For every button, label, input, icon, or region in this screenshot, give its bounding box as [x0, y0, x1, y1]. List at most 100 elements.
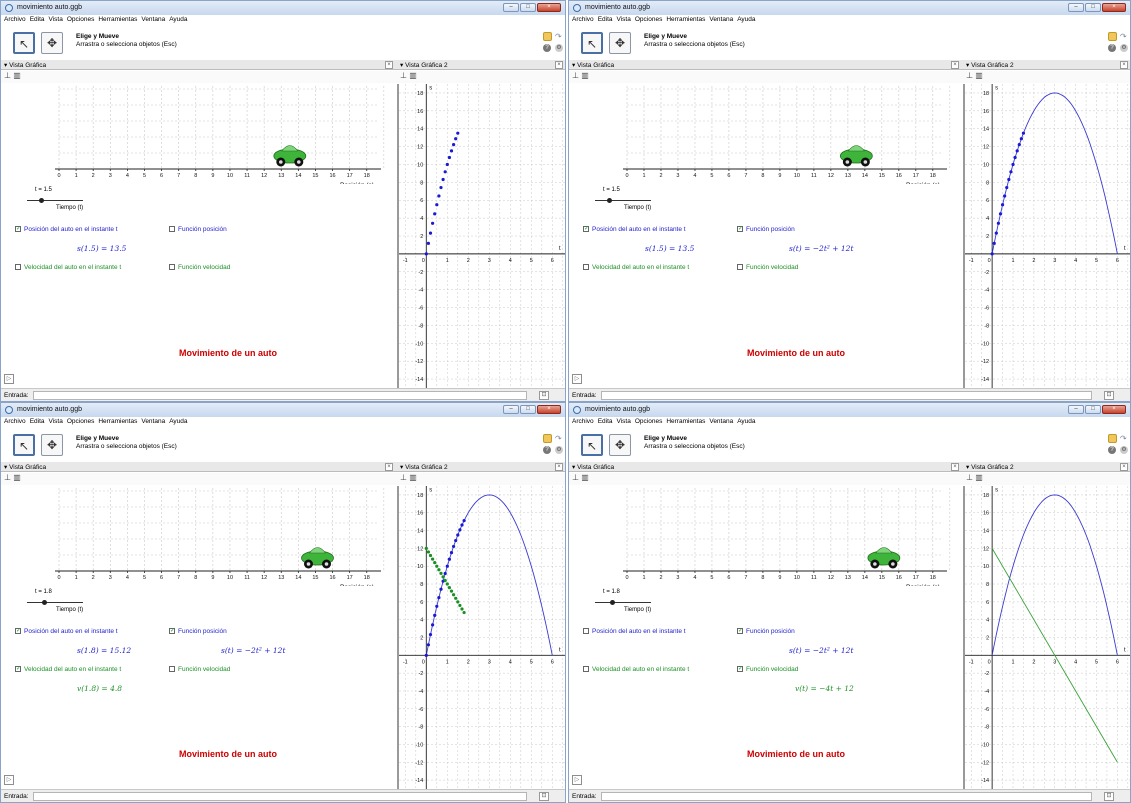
menu-item-archivo[interactable]: Archivo	[572, 418, 594, 428]
minimize-button[interactable]: –	[1068, 3, 1084, 12]
close-button[interactable]: ×	[537, 3, 561, 12]
move-graphics-tool-button[interactable]: ✥	[609, 434, 631, 456]
undo-icon[interactable]	[543, 32, 552, 41]
close-view-icon[interactable]: ×	[951, 463, 959, 471]
checkbox-vel-func-box[interactable]	[737, 264, 743, 271]
input-field[interactable]	[601, 391, 1092, 400]
menu-item-ventana[interactable]: Ventana	[141, 16, 165, 26]
menu-item-ventana[interactable]: Ventana	[709, 418, 733, 428]
menu-item-ventana[interactable]: Ventana	[709, 16, 733, 26]
checkbox-pos-func-box[interactable]: ✓	[737, 226, 743, 233]
close-view2-icon[interactable]: ×	[1120, 463, 1128, 471]
checkbox-velocity[interactable]: Velocidad del auto en el instante t	[583, 264, 689, 272]
time-slider-handle[interactable]	[609, 600, 615, 605]
time-slider-track[interactable]	[27, 200, 83, 201]
move-tool-button[interactable]: ↖	[581, 32, 603, 54]
minimize-button[interactable]: –	[503, 405, 519, 414]
menu-item-ayuda[interactable]: Ayuda	[169, 16, 187, 26]
menu-item-vista[interactable]: Vista	[49, 16, 63, 26]
move-tool-button[interactable]: ↖	[13, 32, 35, 54]
menu-item-vista[interactable]: Vista	[49, 418, 63, 428]
settings-icon[interactable]: ⚙	[555, 44, 563, 52]
checkbox-vel-func[interactable]: Función velocidad	[737, 264, 798, 272]
close-view2-icon[interactable]: ×	[555, 463, 563, 471]
menu-item-vista[interactable]: Vista	[617, 418, 631, 428]
settings-icon[interactable]: ⚙	[555, 446, 563, 454]
checkbox-vel-func[interactable]: ✓ Función velocidad	[737, 666, 798, 674]
close-view-icon[interactable]: ×	[385, 463, 393, 471]
checkbox-velocity-box[interactable]	[583, 666, 589, 673]
maximize-button[interactable]: □	[520, 405, 536, 414]
menu-item-herramientas[interactable]: Herramientas	[666, 418, 705, 428]
checkbox-position-box[interactable]: ✓	[15, 628, 21, 635]
menu-item-vista[interactable]: Vista	[617, 16, 631, 26]
checkbox-vel-func[interactable]: Función velocidad	[169, 666, 230, 674]
redo-icon[interactable]: ↷	[555, 434, 562, 443]
input-field[interactable]	[33, 391, 527, 400]
redo-icon[interactable]: ↷	[1120, 434, 1127, 443]
move-tool-button[interactable]: ↖	[13, 434, 35, 456]
time-slider-track[interactable]	[27, 602, 83, 603]
checkbox-pos-func[interactable]: ✓ Función posición	[737, 226, 795, 234]
checkbox-vel-func-box[interactable]: ✓	[737, 666, 743, 673]
move-graphics-tool-button[interactable]: ✥	[609, 32, 631, 54]
help-icon[interactable]: ?	[1108, 446, 1116, 454]
maximize-button[interactable]: □	[520, 3, 536, 12]
checkbox-pos-func[interactable]: ✓ Función posición	[737, 628, 795, 636]
time-slider-track[interactable]	[595, 200, 651, 201]
close-view-icon[interactable]: ×	[951, 61, 959, 69]
checkbox-position[interactable]: ✓ Posición del auto en el instante t	[15, 628, 118, 636]
checkbox-position[interactable]: ✓ Posición del auto en el instante t	[583, 226, 686, 234]
animation-play-button[interactable]: ▷	[4, 374, 14, 384]
time-slider-handle[interactable]	[607, 198, 612, 203]
checkbox-vel-func-box[interactable]	[169, 264, 175, 271]
help-icon[interactable]: ?	[543, 44, 551, 52]
checkbox-position-box[interactable]	[583, 628, 589, 635]
maximize-button[interactable]: □	[1085, 3, 1101, 12]
time-slider-handle[interactable]	[41, 600, 47, 605]
close-view2-icon[interactable]: ×	[1120, 61, 1128, 69]
checkbox-velocity[interactable]: Velocidad del auto en el instante t	[583, 666, 689, 674]
menu-item-edita[interactable]: Edita	[30, 418, 45, 428]
close-button[interactable]: ×	[537, 405, 561, 414]
redo-icon[interactable]: ↷	[1120, 32, 1127, 41]
menu-item-herramientas[interactable]: Herramientas	[666, 16, 705, 26]
animation-play-button[interactable]: ▷	[572, 775, 582, 785]
undo-icon[interactable]	[543, 434, 552, 443]
settings-icon[interactable]: ⚙	[1120, 446, 1128, 454]
checkbox-position-box[interactable]: ✓	[583, 226, 589, 233]
menu-item-ayuda[interactable]: Ayuda	[737, 418, 755, 428]
close-view2-icon[interactable]: ×	[555, 61, 563, 69]
input-field[interactable]	[601, 792, 1092, 801]
checkbox-vel-func-box[interactable]	[169, 666, 175, 673]
move-graphics-tool-button[interactable]: ✥	[41, 434, 63, 456]
redo-icon[interactable]: ↷	[555, 32, 562, 41]
menu-item-edita[interactable]: Edita	[598, 418, 613, 428]
undo-icon[interactable]	[1108, 32, 1117, 41]
help-icon[interactable]: ?	[1108, 44, 1116, 52]
checkbox-pos-func-box[interactable]: ✓	[169, 628, 175, 635]
checkbox-velocity-box[interactable]	[583, 264, 589, 271]
checkbox-velocity-box[interactable]: ✓	[15, 666, 21, 673]
move-graphics-tool-button[interactable]: ✥	[41, 32, 63, 54]
menu-item-herramientas[interactable]: Herramientas	[98, 16, 137, 26]
menu-item-opciones[interactable]: Opciones	[635, 418, 662, 428]
input-help-button[interactable]: ⊡	[1104, 792, 1114, 801]
checkbox-velocity[interactable]: ✓ Velocidad del auto en el instante t	[15, 666, 121, 674]
menu-item-opciones[interactable]: Opciones	[635, 16, 662, 26]
help-icon[interactable]: ?	[543, 446, 551, 454]
menu-item-herramientas[interactable]: Herramientas	[98, 418, 137, 428]
move-tool-button[interactable]: ↖	[581, 434, 603, 456]
menu-item-edita[interactable]: Edita	[598, 16, 613, 26]
close-button[interactable]: ×	[1102, 405, 1126, 414]
close-view-icon[interactable]: ×	[385, 61, 393, 69]
menu-item-archivo[interactable]: Archivo	[572, 16, 594, 26]
checkbox-position[interactable]: ✓ Posición del auto en el instante t	[15, 226, 118, 234]
input-help-button[interactable]: ⊡	[539, 792, 549, 801]
checkbox-vel-func[interactable]: Función velocidad	[169, 264, 230, 272]
animation-play-button[interactable]: ▷	[4, 775, 14, 785]
checkbox-velocity-box[interactable]	[15, 264, 21, 271]
checkbox-position-box[interactable]: ✓	[15, 226, 21, 233]
menu-item-opciones[interactable]: Opciones	[67, 418, 94, 428]
input-field[interactable]	[33, 792, 527, 801]
